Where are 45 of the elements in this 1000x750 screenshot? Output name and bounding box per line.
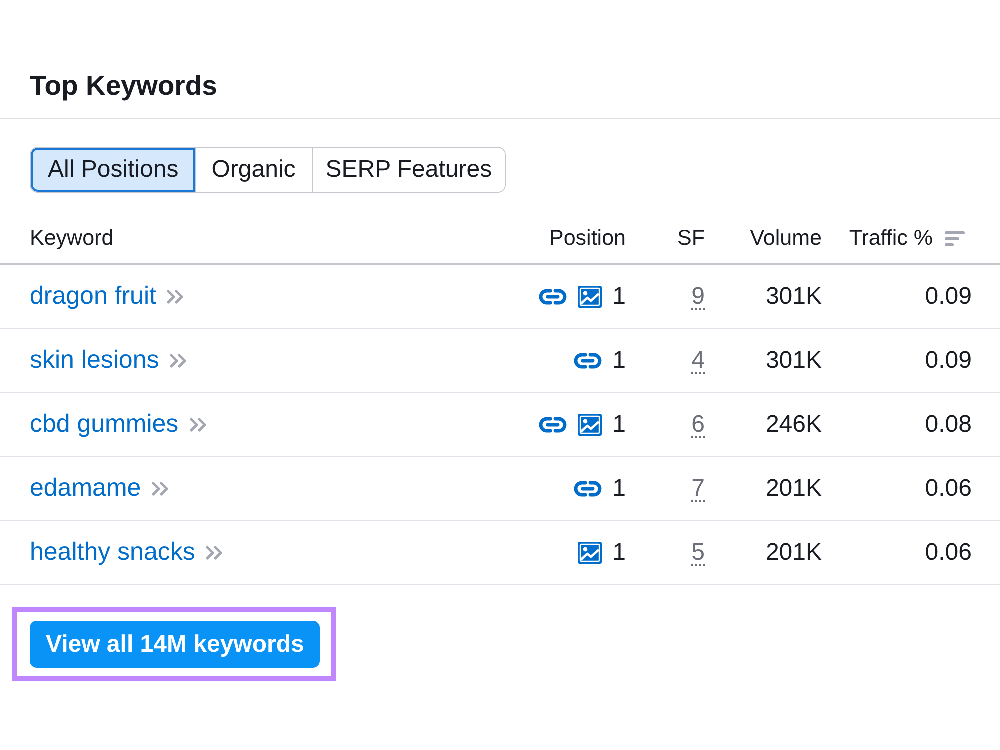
traffic-value: 0.08 <box>925 410 972 438</box>
image-icon <box>578 286 602 308</box>
volume-value: 301K <box>766 346 822 374</box>
traffic-value: 0.06 <box>925 538 972 566</box>
position-value: 1 <box>612 474 626 502</box>
traffic-value: 0.09 <box>925 282 972 310</box>
volume-value: 201K <box>766 474 822 502</box>
double-chevron-icon[interactable] <box>151 480 172 496</box>
volume-value: 301K <box>766 282 822 310</box>
traffic-value: 0.06 <box>925 474 972 502</box>
keyword-link[interactable]: cbd gummies <box>30 410 179 439</box>
sort-icon[interactable] <box>945 230 965 246</box>
column-header[interactable]: Volume <box>750 226 822 251</box>
keyword-link[interactable]: skin lesions <box>30 346 160 375</box>
position-value: 1 <box>612 410 626 438</box>
keyword-link[interactable]: dragon fruit <box>30 282 156 311</box>
volume-value: 201K <box>766 538 822 566</box>
serp-feature-count: 5 <box>692 538 705 566</box>
link-icon <box>574 352 602 368</box>
keyword-link[interactable]: healthy snacks <box>30 538 196 567</box>
double-chevron-icon[interactable] <box>169 352 190 368</box>
serp-feature-count: 9 <box>692 282 705 310</box>
link-icon <box>538 416 567 432</box>
double-chevron-icon[interactable] <box>166 288 186 304</box>
traffic-value: 0.09 <box>925 346 972 374</box>
double-chevron-icon[interactable] <box>205 544 226 560</box>
panel-title: Top Keywords <box>30 70 218 102</box>
image-icon <box>578 542 602 564</box>
position-value: 1 <box>612 346 626 374</box>
column-header[interactable]: SF <box>678 226 705 251</box>
volume-value: 246K <box>766 410 822 438</box>
serp-feature-count: 4 <box>692 346 705 374</box>
position-value: 1 <box>612 282 626 310</box>
column-header[interactable]: Keyword <box>30 226 114 251</box>
filter-tab[interactable]: All Positions <box>31 148 196 192</box>
column-header[interactable]: Position <box>550 226 626 251</box>
position-value: 1 <box>612 538 626 566</box>
keyword-link[interactable]: edamame <box>30 474 142 503</box>
image-icon <box>578 414 602 436</box>
link-icon <box>574 480 602 496</box>
serp-feature-count: 7 <box>692 474 705 502</box>
column-header[interactable]: Traffic % <box>849 226 933 251</box>
double-chevron-icon[interactable] <box>188 416 209 432</box>
link-icon <box>538 288 567 304</box>
serp-feature-count: 6 <box>692 410 705 438</box>
